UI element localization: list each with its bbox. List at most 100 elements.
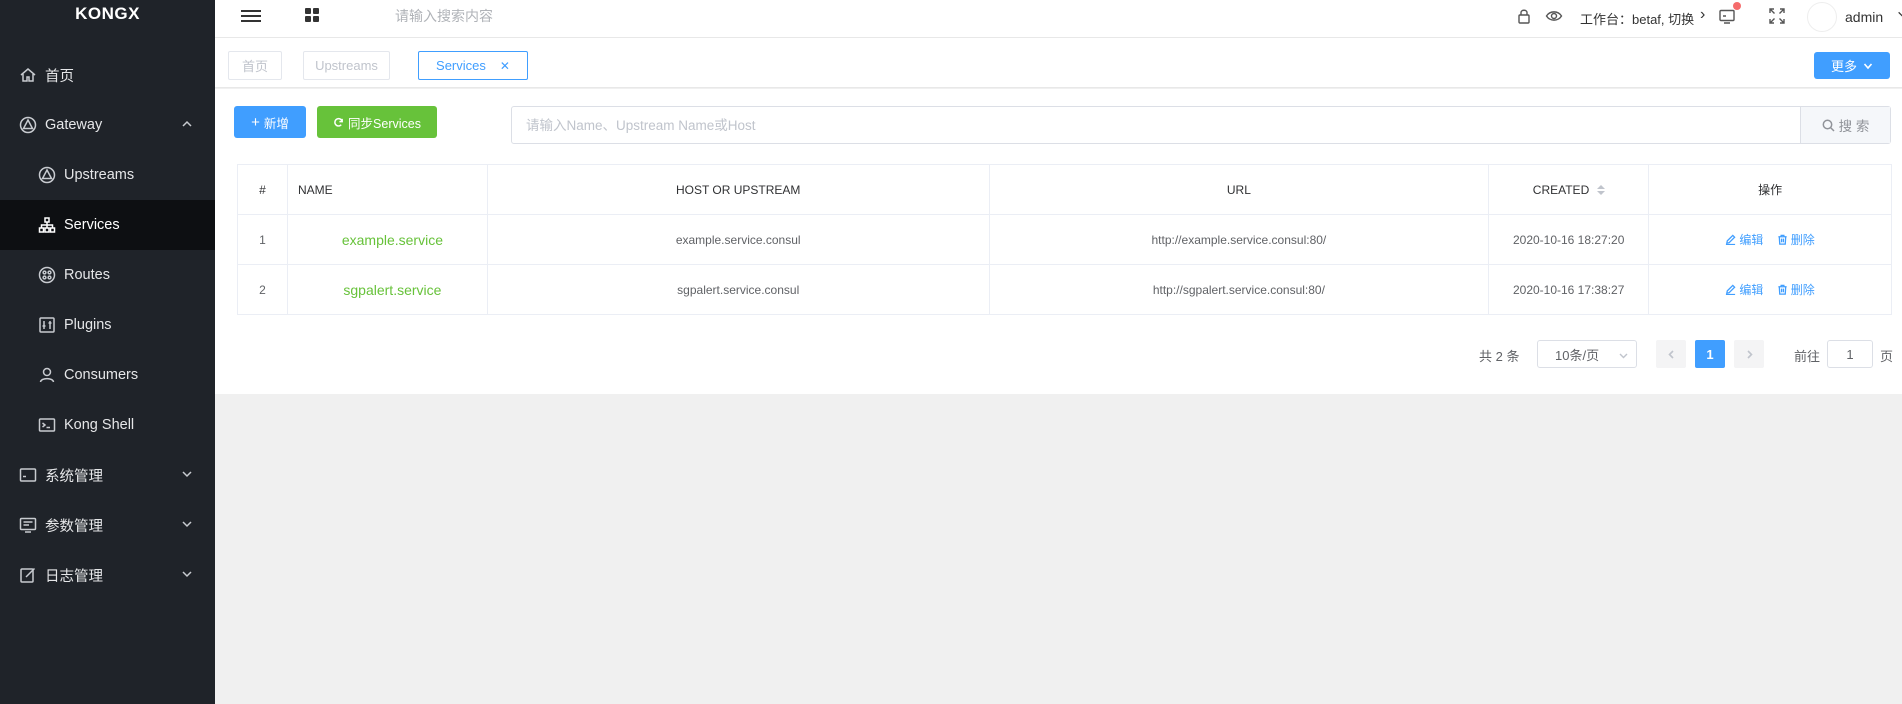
more-button-label: 更多 xyxy=(1830,59,1857,74)
row-host: example.service.consul xyxy=(486,214,990,265)
page-size-value: 10条/页 xyxy=(1555,347,1600,363)
add-button-label: 新增 xyxy=(263,116,289,131)
prev-page-button[interactable] xyxy=(1656,340,1686,368)
tab-upstreams[interactable]: Upstreams xyxy=(303,51,390,80)
page-number-current[interactable]: 1 xyxy=(1695,340,1725,368)
sidebar-item-label: 系统管理 xyxy=(45,468,103,485)
terminal-icon xyxy=(38,416,56,434)
sidebar-item-system[interactable]: 系统管理 xyxy=(0,450,215,500)
delete-button[interactable]: 删除 xyxy=(1777,231,1815,248)
monitor-icon[interactable] xyxy=(1718,7,1736,25)
edit-icon xyxy=(1726,284,1736,295)
sort-icon[interactable] xyxy=(1596,185,1605,196)
next-page-button[interactable] xyxy=(1734,340,1764,368)
table-row: 1 example.service example.service.consul… xyxy=(237,214,1892,265)
sidebar-item-label: 首页 xyxy=(45,68,74,85)
params-icon xyxy=(19,516,37,534)
close-icon[interactable]: ✕ xyxy=(500,59,510,73)
lock-icon[interactable] xyxy=(1515,7,1533,25)
sidebar-item-plugins[interactable]: Plugins xyxy=(0,300,215,350)
row-created: 2020-10-16 18:27:20 xyxy=(1488,214,1650,265)
services-search: 搜 索 xyxy=(511,106,1891,144)
row-actions: 编辑 删除 xyxy=(1648,214,1892,265)
edit-button[interactable]: 编辑 xyxy=(1725,281,1763,298)
sidebar-item-gateway[interactable]: Gateway xyxy=(0,100,215,150)
global-search-input[interactable] xyxy=(395,8,695,24)
sync-services-button[interactable]: 同步Services xyxy=(317,106,437,138)
tab-label: 首页 xyxy=(241,59,268,74)
refresh-icon xyxy=(334,117,343,127)
chevron-right-icon[interactable]: › xyxy=(1700,6,1705,24)
search-icon xyxy=(1822,119,1835,132)
home-icon xyxy=(19,66,37,84)
service-name-link[interactable]: sgpalert.service xyxy=(286,264,488,315)
chevron-left-icon xyxy=(1667,349,1674,359)
edit-label: 编辑 xyxy=(1739,233,1764,247)
search-button-label: 搜 索 xyxy=(1838,119,1870,134)
sidebar-menu: 首页 Gateway Upstreams Services Routes Plu… xyxy=(0,50,215,600)
table-row: 2 sgpalert.service sgpalert.service.cons… xyxy=(237,264,1892,315)
app-logo: KONGX xyxy=(75,4,140,23)
trash-icon xyxy=(1778,284,1787,295)
services-search-input[interactable] xyxy=(526,107,1776,143)
row-index: 1 xyxy=(237,214,288,265)
upstreams-icon xyxy=(38,166,56,184)
add-button[interactable]: + 新增 xyxy=(234,106,306,138)
sidebar-item-label: Services xyxy=(64,217,120,233)
user-name[interactable]: admin xyxy=(1845,9,1883,25)
chevron-down-icon xyxy=(181,468,193,484)
chevron-up-icon xyxy=(181,118,193,134)
trash-icon xyxy=(1778,234,1787,245)
column-header-index: # xyxy=(237,164,288,215)
sidebar: KONGX 首页 Gateway Upstreams Services Rout… xyxy=(0,0,215,704)
sync-button-label: 同步Services xyxy=(348,116,421,131)
service-name-link[interactable]: example.service xyxy=(286,214,488,265)
workspace-switcher[interactable]: 工作台：betaf, 切换 xyxy=(1580,9,1694,28)
row-created: 2020-10-16 17:38:27 xyxy=(1488,264,1650,315)
sidebar-item-consumers[interactable]: Consumers xyxy=(0,350,215,400)
sidebar-item-services[interactable]: Services xyxy=(0,200,215,250)
chevron-down-icon xyxy=(181,518,193,534)
sidebar-item-routes[interactable]: Routes xyxy=(0,250,215,300)
tab-home[interactable]: 首页 xyxy=(228,51,282,80)
edit-button[interactable]: 编辑 xyxy=(1725,231,1763,248)
log-icon xyxy=(19,566,37,584)
main-content: + 新增 同步Services 搜 索 # NAME HOST OR UPSTR… xyxy=(215,89,1902,394)
row-actions: 编辑 删除 xyxy=(1648,264,1892,315)
delete-button[interactable]: 删除 xyxy=(1777,281,1815,298)
sidebar-item-label: 参数管理 xyxy=(45,518,103,535)
search-button[interactable]: 搜 索 xyxy=(1800,107,1890,143)
menu-toggle-icon[interactable] xyxy=(241,7,261,25)
row-url: http://example.service.consul:80/ xyxy=(988,214,1490,265)
avatar[interactable] xyxy=(1807,2,1837,32)
sidebar-item-params[interactable]: 参数管理 xyxy=(0,500,215,550)
page-size-select[interactable]: 10条/页 xyxy=(1537,340,1637,368)
row-url: http://sgpalert.service.consul:80/ xyxy=(988,264,1490,315)
tab-label: Services xyxy=(436,58,486,73)
column-header-created[interactable]: CREATED xyxy=(1488,164,1650,215)
goto-page-input[interactable] xyxy=(1827,340,1873,368)
sidebar-item-label: Routes xyxy=(64,267,110,283)
tab-bar: 首页 Upstreams Services ✕ 更多 xyxy=(215,38,1902,88)
delete-label: 删除 xyxy=(1790,283,1815,297)
pagination-total: 共 2 条 xyxy=(1479,349,1520,364)
user-icon xyxy=(38,366,56,384)
goto-label: 前往 xyxy=(1794,349,1821,364)
row-index: 2 xyxy=(237,264,288,315)
more-button[interactable]: 更多 xyxy=(1814,52,1890,79)
sidebar-item-label: Gateway xyxy=(45,117,103,133)
sidebar-item-logs[interactable]: 日志管理 xyxy=(0,550,215,600)
chevron-right-icon xyxy=(1746,349,1753,359)
tab-label: Upstreams xyxy=(315,58,378,73)
chevron-down-icon[interactable] xyxy=(1897,9,1902,19)
services-icon xyxy=(38,216,56,234)
tab-services[interactable]: Services ✕ xyxy=(418,51,528,80)
sidebar-item-home[interactable]: 首页 xyxy=(0,50,215,100)
eye-icon[interactable] xyxy=(1545,7,1563,25)
sidebar-item-kong-shell[interactable]: Kong Shell xyxy=(0,400,215,450)
apps-grid-icon[interactable] xyxy=(305,8,319,22)
goto-unit: 页 xyxy=(1880,349,1894,364)
sidebar-item-upstreams[interactable]: Upstreams xyxy=(0,150,215,200)
column-header-name: NAME xyxy=(286,164,488,215)
fullscreen-icon[interactable] xyxy=(1768,7,1786,25)
